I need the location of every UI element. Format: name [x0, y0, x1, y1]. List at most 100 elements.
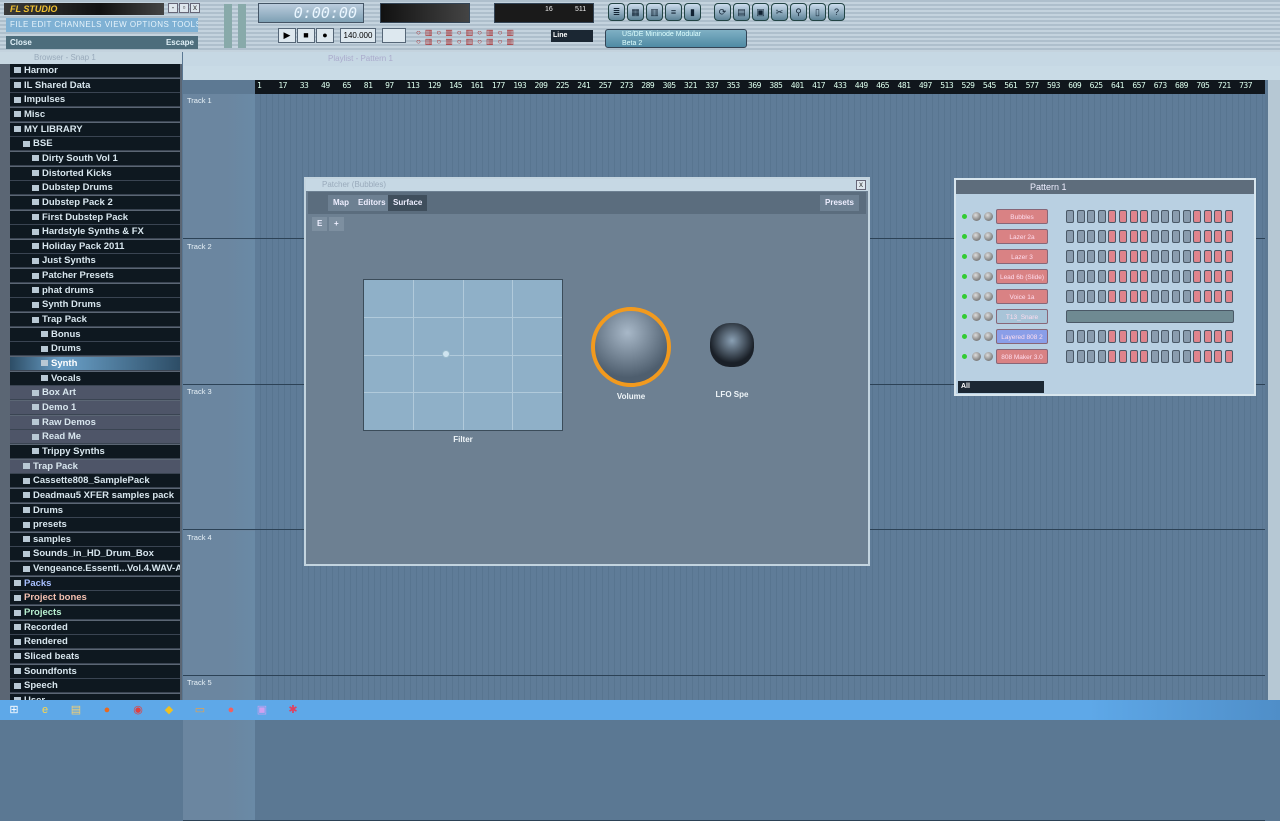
record-options[interactable]: ○▥○▥○▥○▥○▥ ○▥○▥○▥○▥○▥	[416, 28, 546, 48]
browser-item[interactable]: Dirty South Vol 1	[10, 151, 180, 166]
close-button[interactable]: x	[190, 3, 200, 13]
step-button[interactable]	[1203, 210, 1212, 223]
track-header[interactable]: Track 1	[183, 94, 255, 239]
step-button[interactable]	[1076, 230, 1085, 243]
step-button[interactable]	[1076, 290, 1085, 303]
firefox-icon[interactable]: ●	[99, 702, 115, 718]
step-button[interactable]	[1108, 290, 1117, 303]
step-sequencer-titlebar[interactable]: Pattern 1	[956, 180, 1254, 194]
step-button[interactable]	[1097, 330, 1106, 343]
step-button[interactable]	[1150, 350, 1159, 363]
step-button[interactable]	[1203, 250, 1212, 263]
plugin-icon[interactable]: ⟳	[714, 3, 731, 21]
step-button[interactable]	[1161, 330, 1170, 343]
step-button[interactable]	[1150, 230, 1159, 243]
patcher-close-button[interactable]: x	[856, 180, 866, 190]
browser-icon[interactable]: ≡	[665, 3, 682, 21]
browser-item[interactable]: First Dubstep Pack	[10, 210, 180, 225]
step-button[interactable]	[1225, 210, 1233, 223]
step-sequencer-icon[interactable]: ▦	[627, 3, 644, 21]
step-button[interactable]	[1193, 230, 1202, 243]
app-icon[interactable]: ▭	[192, 702, 208, 718]
step-button[interactable]	[1182, 330, 1191, 343]
step-button[interactable]	[1087, 250, 1096, 263]
step-button[interactable]	[1119, 250, 1127, 263]
plugin-picker[interactable]: US/DE Mininode Modular Beta 2	[605, 29, 747, 48]
step-button[interactable]	[1097, 270, 1106, 283]
browser-item[interactable]: presets	[10, 518, 180, 533]
pan-knob[interactable]	[972, 292, 981, 301]
browser-item[interactable]: IL Shared Data	[10, 78, 180, 93]
channel-filter-select[interactable]: All	[958, 381, 1044, 393]
master-volume-slider[interactable]	[224, 4, 232, 48]
browser-item[interactable]: Speech	[10, 679, 180, 694]
step-button[interactable]	[1066, 330, 1074, 343]
timeline-ruler[interactable]: 1 17 33 49 65 81 97 113 129 145 161 177 193 209 225 241…	[255, 80, 1265, 94]
step-button[interactable]	[1129, 210, 1138, 223]
step-button[interactable]	[1108, 210, 1117, 223]
volume-knob[interactable]	[984, 352, 993, 361]
channel-name-button[interactable]: Lazer 2a	[996, 229, 1048, 244]
browser-item[interactable]: Trippy Synths	[10, 444, 180, 459]
add-button[interactable]: +	[329, 217, 344, 231]
browser-item[interactable]: Misc	[10, 107, 180, 122]
step-button[interactable]	[1108, 230, 1117, 243]
pan-knob[interactable]	[972, 232, 981, 241]
step-button[interactable]	[1119, 270, 1127, 283]
step-button[interactable]	[1087, 350, 1096, 363]
step-button[interactable]	[1225, 230, 1233, 243]
step-button[interactable]	[1087, 330, 1096, 343]
tab-editors[interactable]: Editors	[353, 195, 391, 211]
clipboard-icon[interactable]: ▯	[809, 3, 826, 21]
mute-led[interactable]	[962, 354, 967, 359]
step-button[interactable]	[1150, 210, 1159, 223]
step-button[interactable]	[1193, 330, 1202, 343]
step-button[interactable]	[1087, 270, 1096, 283]
browser-item[interactable]: Synth Drums	[10, 298, 180, 313]
restore-button[interactable]: ▫	[179, 3, 189, 13]
track-header[interactable]: Track 4	[183, 530, 255, 676]
pan-knob[interactable]	[972, 352, 981, 361]
record-button[interactable]: ●	[316, 28, 334, 43]
step-button[interactable]	[1182, 230, 1191, 243]
step-button[interactable]	[1097, 250, 1106, 263]
browser-item[interactable]: Soundfonts	[10, 664, 180, 679]
step-button[interactable]	[1214, 270, 1223, 283]
step-button[interactable]	[1172, 230, 1180, 243]
volume-knob[interactable]	[984, 332, 993, 341]
browser-item[interactable]: Hardstyle Synths & FX	[10, 225, 180, 240]
step-button[interactable]	[1097, 210, 1106, 223]
track-header[interactable]: Track 3	[183, 385, 255, 530]
browser-item[interactable]: Demo 1	[10, 400, 180, 415]
browser-item[interactable]: Trap Pack	[10, 459, 180, 474]
step-button[interactable]	[1182, 270, 1191, 283]
step-button[interactable]	[1097, 290, 1106, 303]
paint-icon[interactable]: ✱	[285, 702, 301, 718]
step-button[interactable]	[1193, 350, 1202, 363]
media-icon[interactable]: ▣	[254, 702, 270, 718]
step-button[interactable]	[1066, 250, 1074, 263]
volume-knob[interactable]	[984, 272, 993, 281]
step-button[interactable]	[1140, 250, 1149, 263]
start-icon[interactable]: ⊞	[6, 702, 22, 718]
step-button[interactable]	[1214, 290, 1223, 303]
step-button[interactable]	[1129, 230, 1138, 243]
minimize-button[interactable]: -	[168, 3, 178, 13]
volume-knob[interactable]	[591, 307, 671, 387]
pattern-selector[interactable]	[382, 28, 406, 43]
browser-item[interactable]: Drums	[10, 342, 180, 357]
step-button[interactable]	[1214, 330, 1223, 343]
step-button[interactable]	[1108, 350, 1117, 363]
vertical-scrollbar[interactable]	[1268, 80, 1280, 700]
step-button[interactable]	[1066, 290, 1074, 303]
mute-led[interactable]	[962, 274, 967, 279]
step-button[interactable]	[1150, 330, 1159, 343]
step-button[interactable]	[1225, 270, 1233, 283]
step-button[interactable]	[1119, 230, 1127, 243]
browser-item[interactable]: Read Me	[10, 430, 180, 445]
step-button[interactable]	[1076, 210, 1085, 223]
step-button[interactable]	[1066, 210, 1074, 223]
volume-knob[interactable]	[984, 252, 993, 261]
explorer-icon[interactable]: ▤	[68, 702, 84, 718]
pan-knob[interactable]	[972, 212, 981, 221]
